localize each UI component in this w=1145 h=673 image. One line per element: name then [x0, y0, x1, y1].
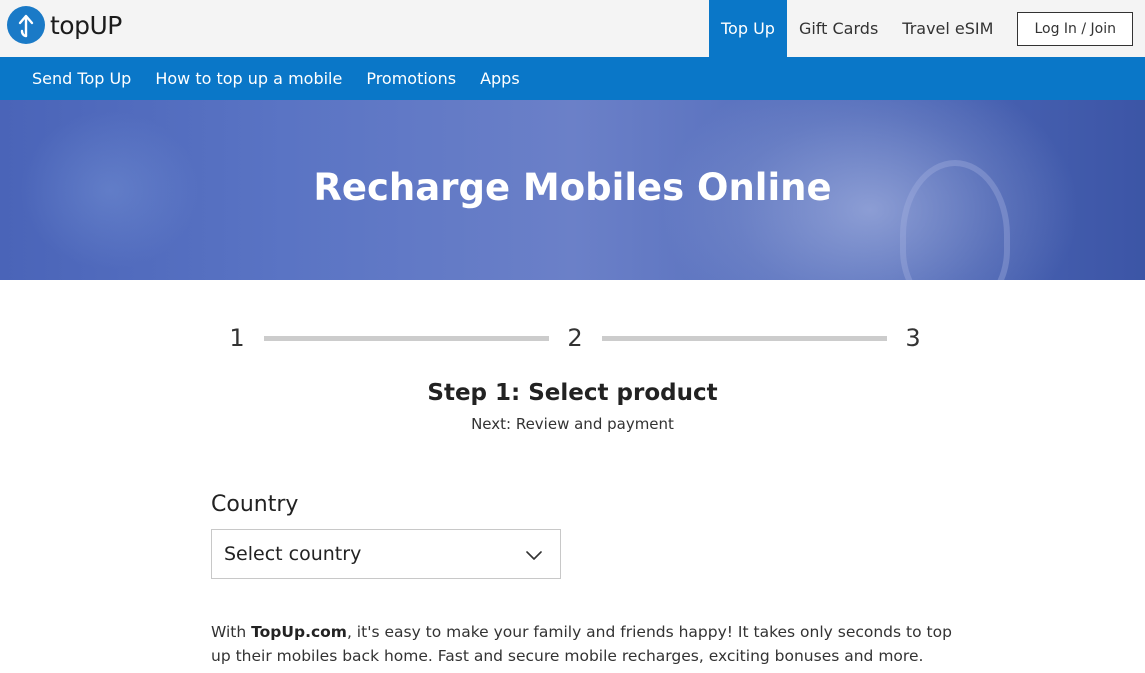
top-bar: topUP Top Up Gift Cards Travel eSIM Log … — [0, 0, 1145, 57]
logo[interactable]: topUP — [7, 5, 122, 45]
top-nav-travel-esim[interactable]: Travel eSIM — [890, 0, 1005, 57]
country-select-value: Select country — [224, 543, 362, 565]
step-next-label: Next: Review and payment — [471, 415, 674, 433]
top-nav: Top Up Gift Cards Travel eSIM Log In / J… — [709, 0, 1145, 57]
sub-nav-send-top-up[interactable]: Send Top Up — [20, 69, 143, 88]
step-number-3: 3 — [905, 324, 921, 352]
top-nav-gift-cards[interactable]: Gift Cards — [787, 0, 890, 57]
sub-nav-apps[interactable]: Apps — [468, 69, 532, 88]
chevron-down-icon — [526, 551, 542, 560]
hero-banner: Recharge Mobiles Online — [0, 100, 1145, 280]
sub-nav-promotions[interactable]: Promotions — [354, 69, 468, 88]
step-title: Step 1: Select product — [427, 380, 718, 406]
step-progress-line-1 — [264, 336, 549, 341]
topup-arrow-icon — [7, 6, 45, 44]
login-wrap: Log In / Join — [1005, 0, 1145, 57]
desc-brand: TopUp.com — [251, 623, 347, 641]
intro-description: With TopUp.com, it's easy to make your f… — [211, 620, 971, 668]
login-join-button[interactable]: Log In / Join — [1017, 11, 1133, 46]
sub-nav-how-to-top-up[interactable]: How to top up a mobile — [143, 69, 354, 88]
step-number-1: 1 — [229, 324, 245, 352]
sub-nav: Send Top Up How to top up a mobile Promo… — [0, 57, 1145, 100]
desc-prefix: With — [211, 623, 252, 641]
step-progress-line-2 — [602, 336, 887, 341]
hero-title: Recharge Mobiles Online — [313, 166, 832, 209]
country-label: Country — [211, 492, 299, 517]
logo-text: topUP — [50, 10, 122, 40]
top-nav-top-up[interactable]: Top Up — [709, 0, 787, 57]
step-number-2: 2 — [567, 324, 583, 352]
country-select[interactable]: Select country — [211, 529, 561, 579]
